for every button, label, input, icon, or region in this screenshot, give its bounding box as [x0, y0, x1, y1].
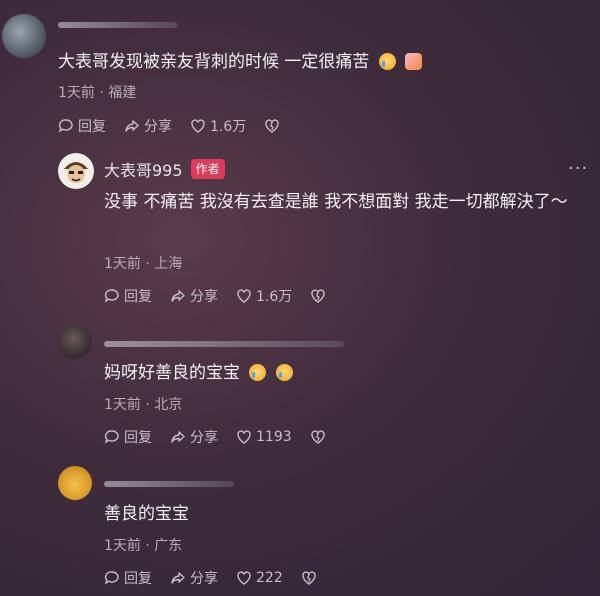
comment-actions: 回复 分享 1193 — [104, 427, 348, 447]
comment-actions: 回复 分享 1.6万 — [104, 286, 348, 306]
author-username[interactable]: 大表哥995 — [104, 157, 183, 181]
commenter-name-blurred[interactable] — [58, 22, 178, 28]
dislike-button[interactable] — [310, 288, 330, 304]
comment-meta: 1天前 · 上海 — [104, 256, 183, 272]
heart-icon — [237, 571, 251, 585]
broken-heart-icon — [311, 289, 325, 303]
like-button[interactable]: 222 — [236, 570, 283, 586]
share-icon — [171, 572, 185, 584]
commenter-avatar[interactable] — [2, 14, 46, 58]
more-options-icon[interactable]: ··· — [568, 158, 588, 179]
reply-button[interactable]: 回复 — [104, 427, 152, 447]
like-button[interactable]: 1.6万 — [190, 116, 246, 136]
commenter-avatar[interactable] — [58, 325, 92, 359]
broken-heart-icon — [265, 119, 279, 133]
reply-icon — [104, 289, 119, 303]
author-header: 大表哥995 作者 — [104, 157, 225, 181]
heart-icon — [191, 119, 205, 133]
comment-actions: 回复 分享 222 — [104, 568, 339, 588]
cartoon-face-icon — [64, 162, 88, 183]
comment-text: 善良的宝宝 — [104, 504, 189, 524]
share-button[interactable]: 分享 — [124, 116, 172, 136]
like-button[interactable]: 1.6万 — [236, 286, 292, 306]
share-icon — [171, 431, 185, 443]
comment-meta: 1天前 · 北京 — [104, 397, 183, 413]
share-icon — [171, 290, 185, 302]
dislike-button[interactable] — [310, 429, 330, 445]
like-button[interactable]: 1193 — [236, 429, 292, 445]
crying-face-emoji-icon — [275, 364, 293, 381]
reply-icon — [104, 571, 119, 585]
crying-face-emoji-icon — [249, 364, 267, 381]
author-avatar[interactable] — [58, 153, 94, 189]
crying-face-emoji-icon — [378, 53, 396, 70]
reply-button[interactable]: 回复 — [58, 116, 106, 136]
share-icon — [125, 120, 139, 132]
commenter-avatar[interactable] — [58, 466, 92, 500]
comment-actions: 回复 分享 1.6万 — [58, 116, 302, 136]
reply-button[interactable]: 回复 — [104, 568, 152, 588]
share-button[interactable]: 分享 — [170, 568, 218, 588]
reply-button[interactable]: 回复 — [104, 286, 152, 306]
share-button[interactable]: 分享 — [170, 286, 218, 306]
reply-icon — [58, 119, 73, 133]
comment-text: 没事 不痛苦 我沒有去查是誰 我不想面對 我走一切都解決了～ — [104, 192, 568, 212]
heart-icon — [237, 289, 251, 303]
share-button[interactable]: 分享 — [170, 427, 218, 447]
comment-meta: 1天前 · 福建 — [58, 85, 137, 101]
comment-text: 妈呀好善良的宝宝 — [104, 359, 293, 387]
heart-icon — [237, 430, 251, 444]
broken-heart-icon — [310, 430, 325, 444]
dislike-button[interactable] — [264, 118, 284, 134]
hugging-people-emoji-icon — [405, 53, 423, 70]
broken-heart-icon — [302, 571, 316, 585]
comment-text: 大表哥发现被亲友背刺的时候 一定很痛苦 — [58, 48, 423, 76]
author-badge: 作者 — [190, 159, 225, 179]
comment-meta: 1天前 · 广东 — [104, 538, 183, 554]
reply-icon — [104, 430, 119, 444]
commenter-name-blurred[interactable] — [104, 341, 344, 347]
dislike-button[interactable] — [301, 570, 321, 586]
commenter-name-blurred[interactable] — [104, 481, 234, 487]
